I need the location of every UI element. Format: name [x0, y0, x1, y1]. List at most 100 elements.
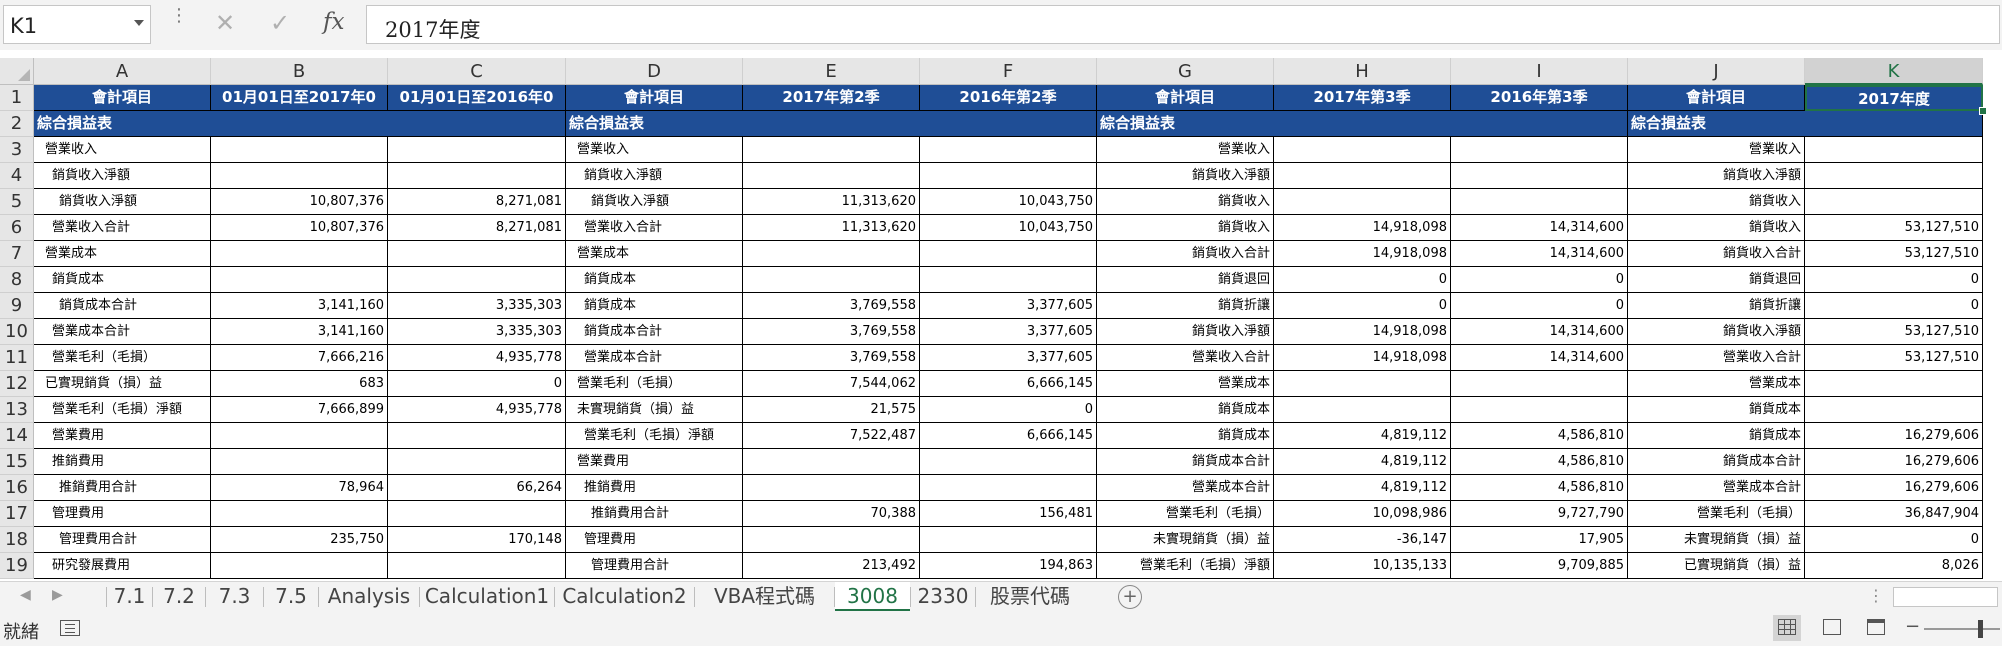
cell-k17[interactable]: 36,847,904: [1805, 501, 1983, 527]
cell-k13[interactable]: [1805, 397, 1983, 423]
column-header-j[interactable]: J: [1628, 58, 1805, 85]
cell-g16[interactable]: 營業成本合計: [1097, 475, 1274, 501]
cell-d17[interactable]: 推銷費用合計: [566, 501, 743, 527]
cell-k8[interactable]: 0: [1805, 267, 1983, 293]
drag-handle-icon[interactable]: ⋮: [170, 7, 188, 25]
cell-g9[interactable]: 銷貨折讓: [1097, 293, 1274, 319]
cell-g3[interactable]: 營業收入: [1097, 137, 1274, 163]
cell-c12[interactable]: 0: [388, 371, 566, 397]
cell-f5[interactable]: 10,043,750: [920, 189, 1097, 215]
cell-d13[interactable]: 未實現銷貨（損）益: [566, 397, 743, 423]
cell-j9[interactable]: 銷貨折讓: [1628, 293, 1805, 319]
cell-j16[interactable]: 營業成本合計: [1628, 475, 1805, 501]
cell-a18[interactable]: 管理費用合計: [34, 527, 211, 553]
column-header-e[interactable]: E: [743, 58, 920, 85]
cell-i14[interactable]: 4,586,810: [1451, 423, 1628, 449]
cell-a12[interactable]: 已實現銷貨（損）益: [34, 371, 211, 397]
cell-e9[interactable]: 3,769,558: [743, 293, 920, 319]
cell-c11[interactable]: 4,935,778: [388, 345, 566, 371]
cell-b7[interactable]: [211, 241, 388, 267]
header-cell-c1[interactable]: 01月01日至2016年0: [388, 85, 566, 111]
row-header-6[interactable]: 6: [0, 215, 34, 241]
cell-e4[interactable]: [743, 163, 920, 189]
spreadsheet-grid[interactable]: A B C D E F G H I J K 1 2 3 4 5 6 7 8 9 10 11 12 13 14 15 16 17 18 19…: [0, 58, 2002, 581]
cell-d11[interactable]: 營業成本合計: [566, 345, 743, 371]
cell-g13[interactable]: 銷貨成本: [1097, 397, 1274, 423]
cell-b10[interactable]: 3,141,160: [211, 319, 388, 345]
zoom-slider-thumb[interactable]: [1978, 620, 1983, 638]
cell-j14[interactable]: 銷貨成本: [1628, 423, 1805, 449]
cell-b9[interactable]: 3,141,160: [211, 293, 388, 319]
cell-i4[interactable]: [1451, 163, 1628, 189]
row-header-1[interactable]: 1: [0, 85, 34, 111]
cell-b17[interactable]: [211, 501, 388, 527]
header-cell-d1[interactable]: 會計項目: [566, 85, 743, 111]
cell-a13[interactable]: 營業毛利（毛損）淨額: [34, 397, 211, 423]
cell-i19[interactable]: 9,709,885: [1451, 553, 1628, 579]
cell-e14[interactable]: 7,522,487: [743, 423, 920, 449]
column-header-h[interactable]: H: [1274, 58, 1451, 85]
cell-j18[interactable]: 未實現銷貨（損）益: [1628, 527, 1805, 553]
cell-c19[interactable]: [388, 553, 566, 579]
cell-k18[interactable]: 0: [1805, 527, 1983, 553]
cell-h9[interactable]: 0: [1274, 293, 1451, 319]
row-header-18[interactable]: 18: [0, 527, 34, 553]
cell-d18[interactable]: 管理費用: [566, 527, 743, 553]
cell-h18[interactable]: -36,147: [1274, 527, 1451, 553]
cell-e19[interactable]: 213,492: [743, 553, 920, 579]
section-title-cell[interactable]: 綜合損益表: [1097, 111, 1628, 137]
cell-d10[interactable]: 銷貨成本合計: [566, 319, 743, 345]
cell-c18[interactable]: 170,148: [388, 527, 566, 553]
cell-e6[interactable]: 11,313,620: [743, 215, 920, 241]
cell-j7[interactable]: 銷貨收入合計: [1628, 241, 1805, 267]
cell-c9[interactable]: 3,335,303: [388, 293, 566, 319]
macro-record-icon[interactable]: [60, 620, 80, 636]
cell-c17[interactable]: [388, 501, 566, 527]
sheet-tab-1[interactable]: 7.2: [153, 582, 205, 612]
row-header-7[interactable]: 7: [0, 241, 34, 267]
header-cell-f1[interactable]: 2016年第2季: [920, 85, 1097, 111]
cell-c4[interactable]: [388, 163, 566, 189]
section-title-cell[interactable]: 綜合損益表: [34, 111, 566, 137]
cell-c15[interactable]: [388, 449, 566, 475]
cell-e7[interactable]: [743, 241, 920, 267]
cell-f8[interactable]: [920, 267, 1097, 293]
cell-k4[interactable]: [1805, 163, 1983, 189]
cell-f13[interactable]: 0: [920, 397, 1097, 423]
header-cell-i1[interactable]: 2016年第3季: [1451, 85, 1628, 111]
cell-d9[interactable]: 銷貨成本: [566, 293, 743, 319]
page-layout-button[interactable]: [1818, 615, 1846, 641]
cell-f3[interactable]: [920, 137, 1097, 163]
cell-j4[interactable]: 銷貨收入淨額: [1628, 163, 1805, 189]
cell-f18[interactable]: [920, 527, 1097, 553]
cell-i3[interactable]: [1451, 137, 1628, 163]
next-sheet-icon[interactable]: ▶: [52, 587, 63, 603]
cell-d15[interactable]: 營業費用: [566, 449, 743, 475]
cell-a3[interactable]: 營業收入: [34, 137, 211, 163]
cell-a16[interactable]: 推銷費用合計: [34, 475, 211, 501]
row-header-3[interactable]: 3: [0, 137, 34, 163]
cell-j5[interactable]: 銷貨收入: [1628, 189, 1805, 215]
cell-a9[interactable]: 銷貨成本合計: [34, 293, 211, 319]
cell-h5[interactable]: [1274, 189, 1451, 215]
cell-h4[interactable]: [1274, 163, 1451, 189]
cell-d5[interactable]: 銷貨收入淨額: [566, 189, 743, 215]
cell-g15[interactable]: 銷貨成本合計: [1097, 449, 1274, 475]
cell-h14[interactable]: 4,819,112: [1274, 423, 1451, 449]
cell-b4[interactable]: [211, 163, 388, 189]
cell-d12[interactable]: 營業毛利（毛損）: [566, 371, 743, 397]
cell-b19[interactable]: [211, 553, 388, 579]
select-all-button[interactable]: [0, 58, 34, 85]
cell-b18[interactable]: 235,750: [211, 527, 388, 553]
cell-k16[interactable]: 16,279,606: [1805, 475, 1983, 501]
cell-d8[interactable]: 銷貨成本: [566, 267, 743, 293]
cell-g19[interactable]: 營業毛利（毛損）淨額: [1097, 553, 1274, 579]
cell-d7[interactable]: 營業成本: [566, 241, 743, 267]
drag-handle-icon[interactable]: ⋮: [1868, 586, 1884, 605]
row-header-13[interactable]: 13: [0, 397, 34, 423]
page-break-button[interactable]: [1862, 615, 1890, 641]
cell-g12[interactable]: 營業成本: [1097, 371, 1274, 397]
cell-e10[interactable]: 3,769,558: [743, 319, 920, 345]
cell-c3[interactable]: [388, 137, 566, 163]
cell-b13[interactable]: 7,666,899: [211, 397, 388, 423]
